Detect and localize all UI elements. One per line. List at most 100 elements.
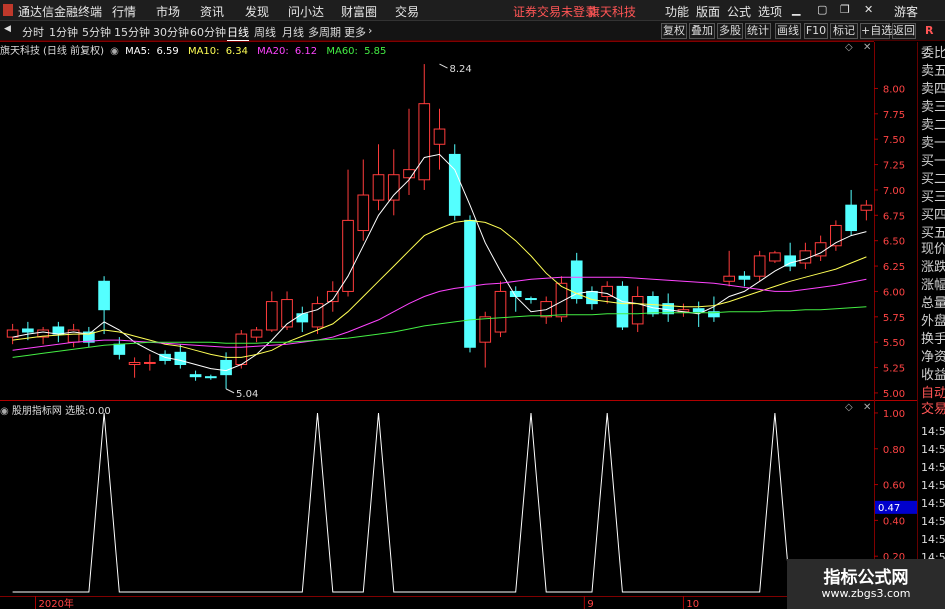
candle-24 (372, 144, 385, 211)
candle-body-17 (265, 301, 278, 331)
ind-tick-label-1: 0.40 (883, 516, 905, 527)
price-tick-label-11: 7.75 (883, 110, 905, 121)
candle-body-12 (189, 374, 202, 378)
price-tick-label-1: 5.25 (883, 364, 905, 375)
side-label-9: 买四 (921, 208, 945, 223)
candle-body-49 (753, 255, 766, 277)
side-label-6: 买一 (921, 154, 945, 169)
candle-body-14 (220, 359, 232, 376)
price-tick-label-5: 6.25 (883, 262, 905, 273)
candle-body-15 (235, 333, 248, 366)
candle-body-9 (143, 361, 156, 364)
price-tick-label-8: 7.00 (883, 186, 905, 197)
side-label-8: 买三 (921, 190, 945, 205)
candle-16 (250, 326, 263, 343)
candle-21 (326, 281, 339, 312)
candle-8 (128, 357, 141, 378)
candle-52 (799, 242, 812, 270)
candle-43 (662, 293, 675, 322)
candle-body-16 (250, 329, 263, 338)
annotation-label-1: 5.04 (236, 389, 258, 400)
candle-49 (753, 250, 766, 282)
candle-body-56 (860, 204, 873, 211)
ma20-line (12, 276, 867, 351)
quote-side-panel: 委比 卖五 卖四 卖三 卖二 卖一 买一 买二 买三 买四 买五 现价 涨跌 涨幅 总量 外盘 换手 净资 收益 自动… (917, 42, 945, 609)
side-label-12: 涨跌 (921, 260, 945, 275)
price-tick-label-0: 5.00 (883, 389, 905, 400)
candle-3 (52, 321, 65, 343)
candle-55 (845, 189, 857, 236)
candle-body-52 (799, 250, 812, 264)
side-label-24: 14:56 (921, 479, 945, 492)
candle-47 (723, 250, 736, 287)
side-label-16: 换手 (921, 332, 945, 347)
side-label-14: 总量 (921, 296, 945, 311)
side-label-22: 14:56 (921, 443, 945, 456)
candle-28 (433, 108, 446, 170)
candle-53 (814, 235, 827, 261)
price-tick-label-12: 8.00 (883, 84, 905, 95)
candle-26 (403, 108, 415, 196)
candle-body-27 (418, 103, 431, 181)
time-label-1: 9 (587, 599, 593, 609)
ind-tick-label-4: 1.00 (883, 409, 905, 420)
side-label-13: 涨幅 (921, 278, 945, 293)
candle-29 (448, 144, 461, 221)
candle-body-18 (281, 299, 293, 328)
watermark: 指标公式网 www.zbgs3.com (787, 559, 945, 609)
candle-9 (143, 354, 156, 371)
candle-body-45 (692, 308, 705, 313)
candle-body-30 (464, 219, 476, 348)
candle-32 (494, 281, 507, 338)
candle-23 (357, 159, 370, 241)
candle-body-13 (204, 376, 217, 379)
watermark-url: www.zbgs3.com (821, 587, 911, 600)
candle-body-3 (52, 326, 65, 335)
indicator-current-label: 0.47 (878, 503, 900, 514)
side-label-19: 自动 (921, 386, 945, 401)
side-label-17: 净资 (921, 350, 945, 365)
side-label-1: 卖五 (921, 64, 945, 79)
candle-body-31 (479, 316, 492, 343)
candle-4 (67, 323, 80, 348)
price-tick-label-9: 7.25 (883, 161, 905, 172)
candle-40 (616, 281, 629, 330)
annotation-arrow-1 (225, 388, 235, 394)
candle-44 (677, 303, 690, 317)
candle-body-1 (22, 328, 34, 333)
candle-22 (342, 169, 354, 297)
candle-46 (708, 296, 720, 322)
candle-body-32 (494, 290, 507, 333)
kline-chart[interactable]: 5.00 5.25 5.50 5.75 6.00 6.25 6.50 6.75 7.00 7.25… (0, 0, 945, 609)
price-tick-label-4: 6.00 (883, 287, 905, 298)
side-label-0: 委比 (921, 46, 945, 61)
side-label-4: 卖二 (921, 118, 945, 133)
ma60-line (12, 306, 867, 358)
candle-13 (204, 374, 217, 380)
candle-27 (418, 64, 431, 190)
annotation-label-0: 8.24 (450, 64, 472, 75)
watermark-title: 指标公式网 (823, 568, 909, 588)
indicator-line (12, 412, 867, 593)
side-label-5: 卖一 (921, 136, 945, 151)
candle-body-23 (357, 194, 370, 232)
price-tick-label-7: 6.75 (883, 211, 905, 222)
side-label-2: 卖四 (921, 82, 945, 97)
candle-25 (387, 149, 400, 216)
price-tick-label-10: 7.50 (883, 135, 905, 146)
side-label-23: 14:56 (921, 461, 945, 474)
side-label-3: 卖三 (921, 100, 945, 115)
candle-34 (525, 296, 537, 304)
side-label-18: 收益 (921, 368, 945, 383)
candle-30 (464, 215, 476, 353)
time-label-0: 2020年 (38, 597, 73, 609)
candle-12 (189, 370, 202, 381)
candle-body-29 (448, 153, 461, 216)
side-label-21: 14:56 (921, 425, 945, 438)
side-label-27: 14:56 (921, 533, 945, 546)
candle-body-28 (433, 128, 446, 145)
price-tick-label-6: 6.50 (883, 237, 905, 248)
candle-body-25 (387, 174, 400, 201)
candle-0 (6, 323, 19, 345)
annotation-arrow-0 (439, 63, 448, 69)
